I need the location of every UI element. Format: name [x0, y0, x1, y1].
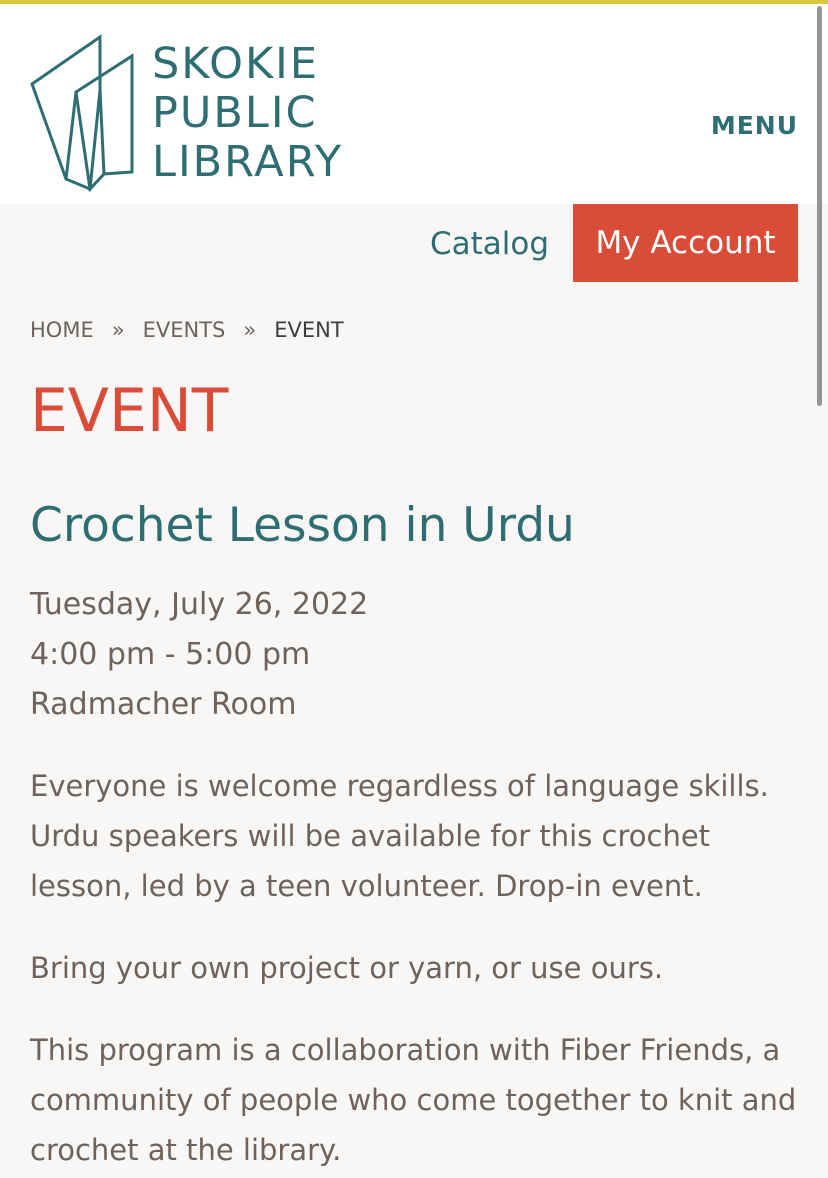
breadcrumb-events[interactable]: EVENTS [143, 318, 226, 342]
catalog-link[interactable]: Catalog [430, 226, 549, 262]
logo-line-public: PUBLIC [152, 88, 318, 138]
event-location: Radmacher Room [30, 687, 297, 722]
page-title: EVENT [30, 376, 229, 446]
site-header: SKOKIE PUBLIC LIBRARY MENU [0, 4, 828, 204]
logo-line-library: LIBRARY [152, 137, 344, 187]
breadcrumb-current: EVENT [274, 318, 344, 342]
event-title: Crochet Lesson in Urdu [30, 498, 575, 553]
library-logo-icon[interactable] [28, 34, 136, 192]
event-details: Tuesday, July 26, 2022 4:00 pm - 5:00 pm… [30, 580, 368, 730]
event-description-paragraph: Everyone is welcome regardless of langua… [30, 769, 769, 903]
logo-line-skokie: SKOKIE [152, 39, 320, 89]
library-logo-text[interactable]: SKOKIE PUBLIC LIBRARY [152, 40, 343, 187]
breadcrumb-separator: » [243, 318, 257, 342]
my-account-label: My Account [595, 225, 776, 261]
breadcrumb-separator: » [111, 318, 125, 342]
event-description-paragraph: This program is a collaboration with Fib… [30, 1033, 797, 1167]
event-description-paragraph: Bring your own project or yarn, or use o… [30, 951, 664, 985]
my-account-button[interactable]: My Account [573, 204, 798, 282]
event-date: Tuesday, July 26, 2022 [30, 587, 369, 622]
event-time: 4:00 pm - 5:00 pm [30, 637, 311, 672]
utility-nav: Catalog My Account [0, 204, 828, 282]
breadcrumb-home[interactable]: HOME [30, 318, 94, 342]
menu-button[interactable]: MENU [711, 111, 798, 140]
breadcrumb: HOME » EVENTS » EVENT [30, 318, 344, 342]
